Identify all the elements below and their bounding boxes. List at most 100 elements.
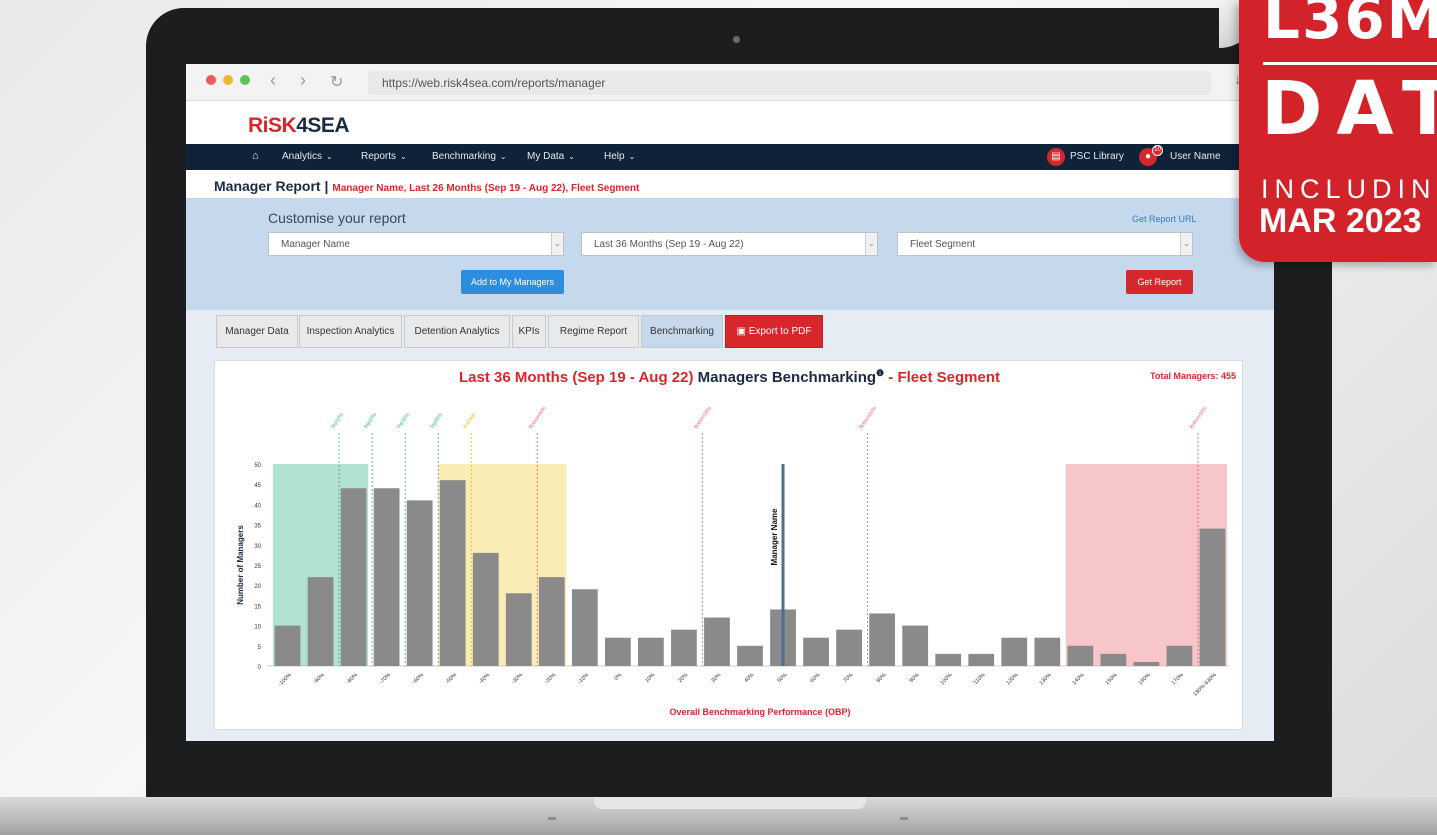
- histogram-bar: [571, 589, 598, 666]
- x-tick-label: 50%: [776, 672, 788, 684]
- x-tick-label: -30%: [511, 672, 524, 685]
- histogram-bar: [968, 653, 995, 666]
- histogram-bar: [1166, 645, 1193, 666]
- x-tick-label: 70%: [842, 672, 854, 684]
- browser-chrome: ‹ › ↻ https://web.risk4sea.com/reports/m…: [186, 64, 1274, 101]
- nav-help[interactable]: Help ⌄: [604, 151, 635, 162]
- segment-select[interactable]: Fleet Segment ⌄: [897, 232, 1193, 256]
- chevron-down-icon: ⌄: [628, 152, 636, 161]
- x-tick-label: -80%: [346, 672, 359, 685]
- x-tick-label: 20%: [677, 672, 689, 684]
- y-tick-label: 30: [254, 544, 261, 550]
- sticker-line-2: DATA: [1261, 66, 1437, 152]
- y-tick-label: 25: [254, 564, 261, 570]
- user-icon[interactable]: ● 10: [1139, 145, 1163, 166]
- laptop-notch: [594, 797, 866, 809]
- x-tick-label: 40%: [743, 672, 755, 684]
- y-tick-label: 45: [254, 483, 261, 489]
- tab-regime-report[interactable]: Regime Report: [548, 315, 639, 348]
- customise-heading: Customise your report: [268, 210, 406, 226]
- x-tick-label: 130%: [1039, 672, 1053, 686]
- chevron-down-icon: ⌄: [551, 233, 563, 255]
- histogram-bar: [1067, 645, 1094, 666]
- chevron-down-icon: ⌄: [499, 152, 507, 161]
- x-tick-label: 160%: [1138, 672, 1152, 686]
- address-bar[interactable]: https://web.risk4sea.com/reports/manager: [368, 71, 1211, 95]
- export-to-pdf-button[interactable]: ▣ Export to PDF: [725, 315, 823, 348]
- sticker-line-4: MAR 2023: [1259, 202, 1422, 240]
- threshold-label: Top20%: [363, 411, 379, 430]
- y-tick-label: 35: [254, 524, 261, 530]
- histogram-bar: [505, 593, 532, 666]
- laptop-foot: [900, 817, 908, 820]
- tab-inspection-analytics[interactable]: Inspection Analytics: [299, 315, 402, 348]
- x-tick-label: -90%: [313, 672, 326, 685]
- histogram-bar: [836, 629, 862, 666]
- page-subtitle: Manager Name, Last 26 Months (Sep 19 - A…: [332, 183, 640, 194]
- x-tick-label: -10%: [577, 672, 590, 685]
- data-sticker: L36M DATA INCLUDING MAR 2023: [1239, 0, 1437, 262]
- manager-select[interactable]: Manager Name ⌄: [268, 232, 564, 256]
- histogram-bar: [604, 637, 631, 666]
- y-tick-label: 20: [254, 584, 261, 590]
- histogram-bar: [803, 637, 829, 666]
- screen-bottom-strip: [186, 741, 1274, 770]
- maximize-window-dot[interactable]: [240, 75, 250, 85]
- home-icon[interactable]: ⌂: [252, 150, 259, 162]
- histogram-bar: [340, 488, 367, 666]
- x-tick-label: 80%: [876, 672, 888, 684]
- risk4sea-logo[interactable]: RiSK4SEA: [248, 114, 350, 138]
- tab-detention-analytics[interactable]: Detention Analytics: [404, 315, 510, 348]
- nav-my-data[interactable]: My Data ⌄: [527, 151, 575, 162]
- histogram-bar: [704, 617, 730, 666]
- minimize-window-dot[interactable]: [223, 75, 233, 85]
- x-tick-label: 180%-630%: [1192, 672, 1218, 698]
- x-tick-label: 10%: [644, 672, 656, 684]
- nav-analytics[interactable]: Analytics ⌄: [282, 151, 333, 162]
- add-to-my-managers-button[interactable]: Add to My Managers: [461, 270, 564, 294]
- close-window-dot[interactable]: [206, 75, 216, 85]
- histogram-bar: [638, 637, 664, 666]
- nav-psc-library[interactable]: PSC Library: [1070, 151, 1124, 162]
- tab-kpis[interactable]: KPIs: [512, 315, 546, 348]
- histogram-bar: [307, 577, 334, 666]
- threshold-label: Bottom30%: [693, 405, 713, 430]
- get-report-button[interactable]: Get Report: [1126, 270, 1193, 294]
- histogram-bar: [869, 613, 896, 666]
- threshold-label: Bottom40%: [528, 405, 548, 430]
- histogram-bar: [538, 577, 565, 666]
- x-tick-label: 150%: [1105, 672, 1119, 686]
- histogram-bar: [1034, 637, 1061, 666]
- threshold-label: Average: [462, 411, 478, 430]
- y-tick-label: 10: [254, 625, 261, 631]
- histogram-bar: [274, 625, 301, 666]
- get-report-url-link[interactable]: Get Report URL: [1132, 214, 1197, 224]
- y-axis-label: Number of Managers: [236, 525, 245, 605]
- manager-marker-label: Manager Name: [770, 508, 779, 565]
- histogram-bar: [1100, 653, 1127, 666]
- back-arrow-icon[interactable]: ‹: [270, 70, 276, 91]
- nav-user-name[interactable]: User Name: [1170, 151, 1221, 162]
- period-select[interactable]: Last 36 Months (Sep 19 - Aug 22) ⌄: [581, 232, 878, 256]
- x-tick-label: -40%: [478, 672, 491, 685]
- tab-benchmarking[interactable]: Benchmarking: [641, 315, 723, 348]
- histogram-bar: [671, 629, 697, 666]
- x-tick-label: -20%: [544, 672, 557, 685]
- histogram-bar: [1133, 661, 1160, 666]
- x-tick-label: 60%: [809, 672, 821, 684]
- x-tick-label: 90%: [909, 672, 921, 684]
- sticker-line-3: INCLUDING: [1261, 174, 1437, 204]
- webcam: [733, 36, 740, 43]
- x-tick-label: -60%: [412, 672, 425, 685]
- reload-icon[interactable]: ↻: [330, 72, 343, 92]
- histogram-bar: [439, 480, 466, 666]
- chevron-down-icon: ⌄: [568, 152, 575, 161]
- nav-reports[interactable]: Reports ⌄: [361, 151, 407, 162]
- forward-arrow-icon[interactable]: ›: [300, 70, 306, 91]
- x-tick-label: 0%: [613, 672, 623, 682]
- x-tick-label: -50%: [445, 672, 458, 685]
- nav-benchmarking[interactable]: Benchmarking ⌄: [432, 151, 507, 162]
- y-tick-label: 5: [258, 645, 262, 651]
- tab-manager-data[interactable]: Manager Data: [216, 315, 298, 348]
- x-tick-label: -70%: [379, 672, 392, 685]
